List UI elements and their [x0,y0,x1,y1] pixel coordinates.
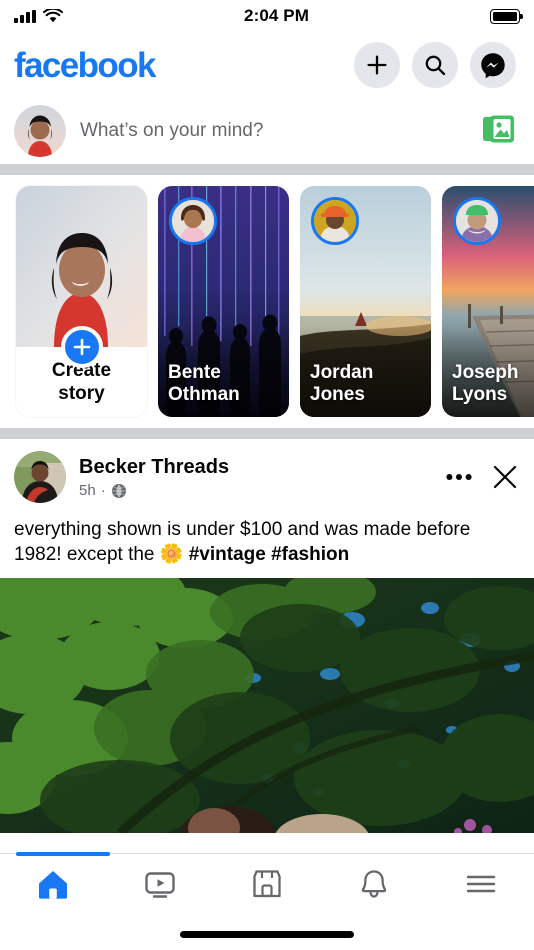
status-bar-time: 2:04 PM [244,6,309,25]
home-indicator-bar [180,931,354,938]
create-story-plus-button[interactable] [60,326,103,368]
app-header: facebook [0,32,534,98]
story-author-avatar[interactable] [311,197,359,245]
tab-home[interactable] [0,854,107,913]
post-emoji: 🌼 [159,544,184,566]
avatar-photo [172,200,214,242]
video-icon [145,871,175,898]
post-hashtags[interactable]: #vintage #fashion [189,544,350,565]
facebook-logo[interactable]: facebook [14,48,156,83]
story-author-avatar[interactable] [169,197,217,245]
avatar-photo [14,451,66,503]
stories-tray[interactable]: Create story Bente Othman Jordan Jones J… [0,175,534,428]
section-divider [0,164,534,175]
avatar-photo [314,200,356,242]
create-story-preview [16,186,147,347]
post-image[interactable] [0,577,534,833]
plus-icon [367,55,387,75]
search-button[interactable] [412,42,458,88]
create-button[interactable] [354,42,400,88]
tree-canopy-photo [0,577,534,833]
hamburger-menu-icon [466,875,495,892]
user-avatar [14,105,66,157]
create-story-label-line2: story [58,382,105,404]
story-author-name: Bente Othman [168,362,281,406]
post-subline: 5h · [79,482,433,499]
status-bar: 2:04 PM [0,0,534,32]
avatar[interactable] [14,105,66,157]
plus-icon [73,338,90,356]
story-card[interactable]: Bente Othman [158,186,289,417]
bell-icon [361,869,387,898]
status-bar-right [489,8,523,24]
messenger-icon [481,53,505,79]
photos-icon [483,115,514,142]
avatar-photo [456,200,498,242]
story-author-name: Jordan Jones [310,362,423,406]
home-icon [39,870,68,899]
facebook-app-screen: 2:04 PM facebook What’s on your mind? Cr… [0,0,534,950]
wifi-icon [43,8,63,22]
battery-full-icon [489,8,523,24]
post-timestamp: 5h [79,482,96,499]
story-name-line1: Jordan [310,361,374,383]
messenger-button[interactable] [470,42,516,88]
story-card[interactable]: Joseph Lyons [442,186,534,417]
post-separator: · [100,482,106,499]
story-name-line2: Jones [310,383,365,405]
story-author-avatar[interactable] [453,197,501,245]
search-icon [425,55,446,76]
section-divider [0,428,534,439]
post-author-name[interactable]: Becker Threads [79,455,433,479]
feed-post: Becker Threads 5h · everything shown is … [0,439,534,833]
cellular-signal-icon [14,9,36,23]
tab-list [0,854,534,913]
status-bar-left [14,8,63,24]
post-author-avatar[interactable] [14,451,66,503]
story-name-line2: Othman [168,383,240,405]
story-name-line1: Joseph [452,361,519,383]
post-header: Becker Threads 5h · [0,439,534,511]
story-name-line2: Lyons [452,383,508,405]
tab-menu[interactable] [427,854,534,913]
marketplace-icon [252,869,282,897]
story-card[interactable]: Jordan Jones [300,186,431,417]
story-author-name: Joseph Lyons [452,362,534,406]
bottom-navigation [0,852,534,950]
composer-placeholder[interactable]: What’s on your mind? [80,120,468,142]
close-icon[interactable] [492,464,518,490]
post-tools [446,464,518,490]
post-composer[interactable]: What’s on your mind? [0,98,534,164]
create-story-photo [16,186,147,347]
globe-public-icon [111,483,126,498]
header-actions [354,42,516,88]
post-text: everything shown is under $100 and was m… [0,511,534,578]
active-tab-indicator [16,852,110,856]
story-name-line1: Bente [168,361,221,383]
tab-notifications[interactable] [320,854,427,913]
story-create[interactable]: Create story [16,186,147,417]
more-options-icon[interactable] [446,473,472,481]
tab-video[interactable] [107,854,214,913]
tab-marketplace[interactable] [214,854,321,913]
post-meta: Becker Threads 5h · [79,455,433,499]
photos-button[interactable] [482,114,516,149]
